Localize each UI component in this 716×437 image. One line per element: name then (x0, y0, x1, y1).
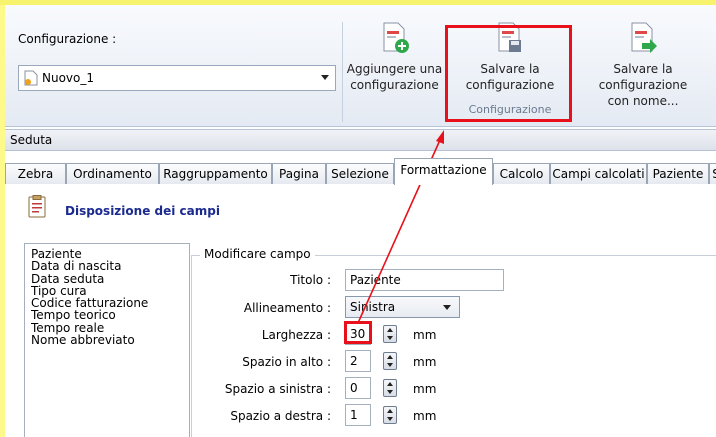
tab-ordinamento[interactable]: Ordinamento (66, 163, 159, 184)
allineamento-select-value: Sinistra (350, 300, 396, 314)
save-as-config-label-1: Salvare la configurazione (598, 62, 688, 92)
tab-pagina[interactable]: Pagina (272, 163, 326, 184)
edit-field-group-title: Modificare campo (200, 247, 315, 261)
tab-raggruppamento[interactable]: Raggruppamento (159, 163, 272, 184)
save-as-config-button[interactable]: Salvare la configurazione con nome... (568, 21, 716, 109)
tab-formattazione[interactable]: Formattazione (394, 158, 493, 185)
spazio-destra-unit: mm (413, 409, 437, 423)
spazio-alto-input[interactable]: 2 (345, 350, 371, 372)
config-label: Configurazione : (18, 32, 117, 46)
ribbon: Configurazione : Nuovo_1 Aggiungere una … (5, 5, 716, 127)
larghezza-unit: mm (413, 328, 437, 342)
section-title: Seduta (5, 129, 716, 151)
spazio-destra-label: Spazio a destra : (230, 409, 331, 423)
list-item[interactable]: Nome abbreviato (31, 334, 183, 347)
save-as-config-label-2: con nome... (607, 94, 679, 108)
list-item[interactable]: Tempo teorico (31, 309, 183, 322)
titolo-label: Titolo : (290, 273, 331, 287)
list-item[interactable]: Data di nascita (31, 260, 183, 273)
tab-zebra[interactable]: Zebra (5, 163, 66, 184)
add-config-button[interactable]: Aggiungere una configurazione (342, 21, 447, 93)
chevron-down-icon[interactable] (321, 75, 329, 80)
chevron-down-icon[interactable] (443, 305, 451, 310)
save-highlight-box (445, 25, 572, 122)
spazio-sinistra-unit: mm (413, 382, 437, 396)
spazio-destra-spinner[interactable] (383, 406, 397, 424)
spazio-sinistra-spinner[interactable] (383, 379, 397, 397)
larghezza-highlight-box (344, 321, 372, 344)
spazio-sinistra-input[interactable]: 0 (345, 377, 371, 399)
document-icon (24, 70, 38, 86)
larghezza-spinner[interactable] (383, 325, 397, 343)
config-select[interactable]: Nuovo_1 (18, 65, 336, 91)
allineamento-label: Allineamento : (243, 301, 331, 315)
spazio-alto-label: Spazio in alto : (242, 355, 331, 369)
add-config-label-1: Aggiungere una (346, 62, 443, 76)
app-window: Configurazione : Nuovo_1 Aggiungere una … (5, 5, 716, 437)
allineamento-select[interactable]: Sinistra (345, 296, 460, 318)
tab-selezione[interactable]: Selezione (326, 163, 394, 184)
tab-paziente[interactable]: Paziente (647, 163, 709, 184)
fields-list[interactable]: Paziente Data di nascita Data seduta Tip… (24, 243, 190, 437)
panel-title: Disposizione dei campi (65, 204, 220, 218)
tab-more[interactable]: S (709, 163, 716, 184)
titolo-input[interactable]: Paziente (345, 269, 504, 291)
config-select-value: Nuovo_1 (42, 71, 95, 85)
add-document-icon (380, 21, 410, 55)
add-config-label-2: configurazione (350, 78, 439, 92)
tab-strip: Zebra Ordinamento Raggruppamento Pagina … (5, 158, 716, 185)
spazio-alto-spinner[interactable] (383, 352, 397, 370)
spazio-alto-unit: mm (413, 355, 437, 369)
tab-campi-calcolati[interactable]: Campi calcolati (550, 163, 647, 184)
larghezza-label: Larghezza : (261, 328, 331, 342)
clipboard-icon (28, 195, 46, 218)
spazio-destra-input[interactable]: 1 (345, 404, 371, 426)
save-as-document-icon (628, 21, 658, 55)
tab-calcolo[interactable]: Calcolo (493, 163, 550, 184)
spazio-sinistra-label: Spazio a sinistra : (224, 382, 331, 396)
